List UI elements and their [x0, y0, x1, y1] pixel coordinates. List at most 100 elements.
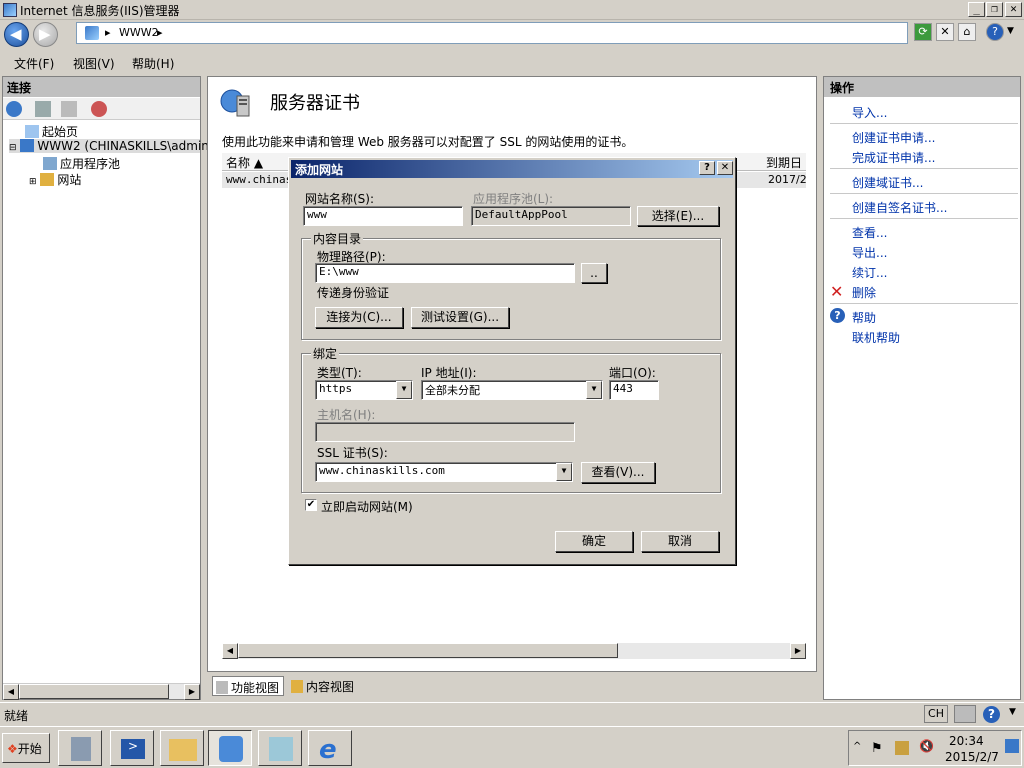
- network-icon[interactable]: [895, 741, 909, 755]
- action-renew[interactable]: 续订...: [852, 264, 887, 281]
- start-immediately-label[interactable]: 立即启动网站(M): [321, 498, 413, 515]
- ok-button[interactable]: 确定: [555, 531, 633, 552]
- start-button[interactable]: ❖开始: [2, 733, 50, 763]
- show-desktop-icon[interactable]: [1005, 739, 1019, 753]
- action-online-help[interactable]: 联机帮助: [852, 329, 900, 346]
- app-pool-label: 应用程序池(L):: [473, 192, 554, 206]
- ime-help-icon[interactable]: ?: [983, 706, 1000, 723]
- close-window-button[interactable]: ✕: [1005, 2, 1022, 17]
- refresh-icon[interactable]: ⟳: [914, 23, 932, 41]
- disconnect-icon[interactable]: [91, 101, 107, 117]
- ssl-certificate-select[interactable]: www.chinaskills.com ▼: [315, 462, 573, 482]
- restore-button[interactable]: ❐: [986, 2, 1003, 17]
- minimize-button[interactable]: _: [968, 2, 985, 17]
- taskbar-iis-manager[interactable]: [208, 730, 252, 766]
- windows-logo-icon: ❖: [7, 742, 18, 756]
- taskbar-explorer[interactable]: [160, 730, 204, 766]
- taskbar-notepad[interactable]: [258, 730, 302, 766]
- action-create-request[interactable]: 创建证书申请...: [852, 129, 935, 146]
- action-help[interactable]: 帮助: [852, 309, 876, 326]
- keyboard-icon[interactable]: [954, 705, 976, 723]
- action-create-self-signed[interactable]: 创建自签名证书...: [852, 199, 947, 216]
- expand-icon[interactable]: ⊞: [29, 177, 37, 187]
- app-pool-icon: [43, 157, 57, 170]
- column-name[interactable]: 名称 ▲: [226, 154, 263, 171]
- help-dropdown-icon[interactable]: ▼: [1007, 26, 1014, 36]
- scroll-left-icon[interactable]: ◀: [222, 643, 238, 659]
- tree-item-app-pools[interactable]: 应用程序池: [43, 155, 120, 172]
- chevron-down-icon[interactable]: ▼: [396, 381, 412, 399]
- action-create-domain-cert[interactable]: 创建域证书...: [852, 174, 923, 191]
- scroll-thumb[interactable]: [238, 643, 618, 658]
- connect-icon[interactable]: [6, 101, 22, 117]
- action-export[interactable]: 导出...: [852, 244, 887, 261]
- breadcrumb-server[interactable]: WWW2: [119, 26, 159, 39]
- action-import[interactable]: 导入...: [852, 104, 887, 121]
- collapse-icon[interactable]: ⊟: [9, 143, 17, 153]
- dialog-help-button[interactable]: ?: [699, 161, 715, 175]
- taskbar-server-manager[interactable]: [58, 730, 102, 766]
- browse-path-button[interactable]: ..: [581, 263, 607, 283]
- action-view[interactable]: 查看...: [852, 224, 887, 241]
- tree-item-server[interactable]: ⊟ WWW2 (CHINASKILLS\administ: [9, 139, 223, 153]
- status-text: 就绪: [4, 709, 29, 723]
- clock-time[interactable]: 20:34: [949, 734, 984, 748]
- chevron-down-icon[interactable]: ▼: [556, 463, 572, 481]
- start-immediately-checkbox[interactable]: ✔: [305, 499, 317, 511]
- type-select[interactable]: https ▼: [315, 380, 413, 400]
- menu-help[interactable]: 帮助(H): [132, 55, 174, 72]
- menu-view[interactable]: 视图(V): [73, 55, 115, 72]
- left-horizontal-scrollbar[interactable]: ◀ ▶: [3, 683, 200, 700]
- center-horizontal-scrollbar[interactable]: ◀ ▶: [222, 643, 806, 659]
- ip-address-select[interactable]: 全部未分配 ▼: [421, 380, 603, 400]
- show-hidden-icons-icon[interactable]: ^: [853, 741, 861, 752]
- dialog-close-button[interactable]: ✕: [717, 161, 733, 175]
- test-settings-button[interactable]: 测试设置(G)...: [411, 307, 509, 328]
- clock-date[interactable]: 2015/2/7: [945, 750, 999, 764]
- select-app-pool-button[interactable]: 选择(E)...: [637, 206, 719, 226]
- chevron-down-icon[interactable]: ▼: [586, 381, 602, 399]
- stop-icon[interactable]: ✕: [936, 23, 954, 41]
- divider: [830, 168, 1018, 169]
- tab-content-view[interactable]: 内容视图: [288, 676, 368, 696]
- taskbar-powershell[interactable]: >: [110, 730, 154, 766]
- divider: [830, 123, 1018, 124]
- scroll-left-icon[interactable]: ◀: [3, 684, 19, 700]
- taskbar-internet-explorer[interactable]: e: [308, 730, 352, 766]
- scroll-right-icon[interactable]: ▶: [184, 684, 200, 700]
- menu-file[interactable]: 文件(F): [14, 55, 54, 72]
- actions-header: 操作: [824, 77, 1020, 97]
- help-icon[interactable]: ?: [986, 23, 1004, 41]
- breadcrumb-separator-icon: ▸: [105, 26, 111, 39]
- volume-muted-icon[interactable]: 🔇: [919, 739, 934, 753]
- delete-icon: ✕: [830, 282, 844, 301]
- port-input[interactable]: 443: [609, 380, 659, 400]
- view-certificate-button[interactable]: 查看(V)...: [581, 462, 655, 483]
- action-complete-request[interactable]: 完成证书申请...: [852, 149, 935, 166]
- save-icon[interactable]: [35, 101, 51, 117]
- scroll-thumb[interactable]: [19, 684, 169, 699]
- tree-item-sites[interactable]: ⊞ 网站: [29, 171, 81, 188]
- up-icon[interactable]: [61, 101, 77, 117]
- site-name-input[interactable]: www: [303, 206, 463, 226]
- scroll-right-icon[interactable]: ▶: [790, 643, 806, 659]
- action-delete[interactable]: 删除: [852, 284, 876, 301]
- tab-feature-view[interactable]: 功能视图: [212, 676, 284, 696]
- flag-icon[interactable]: ⚑: [871, 741, 883, 756]
- menu-bar: 文件(F) 视图(V) 帮助(H): [0, 52, 1024, 74]
- back-button[interactable]: ◀: [4, 22, 29, 47]
- address-bar[interactable]: ▸ WWW2 ▸: [76, 22, 908, 44]
- forward-button[interactable]: ▶: [33, 22, 58, 47]
- column-expire[interactable]: 到期日: [766, 154, 802, 171]
- tree-item-start[interactable]: 起始页: [25, 123, 78, 140]
- ime-indicator[interactable]: CH: [924, 705, 948, 723]
- connect-as-button[interactable]: 连接为(C)...: [315, 307, 403, 328]
- cancel-button[interactable]: 取消: [641, 531, 719, 552]
- ime-options-icon[interactable]: ▼: [1009, 707, 1016, 717]
- server-icon: [85, 26, 99, 40]
- iis-app-icon: [3, 3, 17, 17]
- back-arrow-icon: ◀: [10, 25, 22, 43]
- physical-path-input[interactable]: E:\www: [315, 263, 575, 283]
- home-icon[interactable]: ⌂: [958, 23, 976, 41]
- divider: [830, 303, 1018, 304]
